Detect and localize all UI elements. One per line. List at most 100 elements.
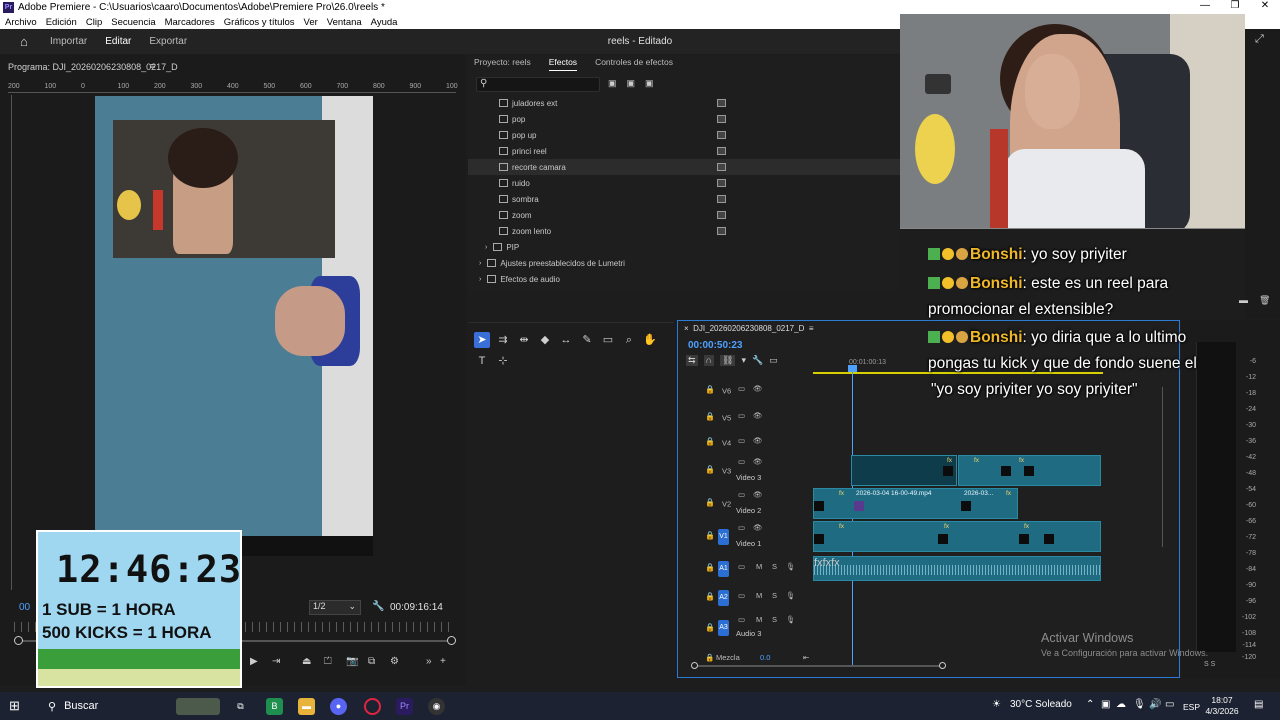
program-timecode-left[interactable]: 00: [19, 602, 30, 613]
eye-icon[interactable]: 👁: [753, 436, 763, 445]
scroll-end-handle[interactable]: [939, 662, 946, 669]
lock-icon[interactable]: 🔒: [705, 592, 715, 601]
mic-icon[interactable]: 🎙: [786, 562, 796, 571]
compare-icon[interactable]: ⧉: [368, 656, 375, 667]
notifications-icon[interactable]: ▤: [1254, 699, 1263, 710]
add-button-icon[interactable]: +: [440, 656, 446, 667]
eye-icon[interactable]: 👁: [753, 490, 763, 499]
nest-icon[interactable]: ⇆: [686, 355, 698, 366]
zoom-tool-icon[interactable]: ⌕: [621, 332, 637, 348]
timeline-timecode[interactable]: 00:00:50:23: [688, 340, 742, 351]
track-select-icon[interactable]: ⇉: [495, 332, 511, 348]
eye-icon[interactable]: 👁: [753, 457, 763, 466]
lock-icon[interactable]: 🔒: [705, 498, 715, 507]
menu-graficos[interactable]: Gráficos y títulos: [224, 17, 295, 28]
mute-button[interactable]: M: [756, 615, 762, 624]
32bit-filter-icon[interactable]: ▣: [627, 78, 636, 89]
close-icon[interactable]: ✕: [1250, 0, 1280, 11]
mic-tray-icon[interactable]: 🎙: [1133, 699, 1146, 710]
extract-icon[interactable]: ⏍: [324, 656, 332, 667]
lock-icon[interactable]: 🔒: [705, 623, 715, 632]
timeline-horizontal-scrollbar[interactable]: [691, 662, 946, 669]
trash-icon[interactable]: 🗑: [1259, 295, 1270, 306]
lock-icon[interactable]: 🔒: [705, 437, 715, 446]
sync-icon[interactable]: ▭: [738, 436, 745, 445]
list-item[interactable]: › PIP: [468, 239, 900, 255]
chevron-right-icon[interactable]: ›: [479, 260, 481, 267]
premiere-taskbar-icon[interactable]: Pr: [396, 698, 413, 715]
skip-end-icon[interactable]: ⇤: [803, 653, 809, 662]
video-clip[interactable]: [851, 455, 957, 486]
lock-icon[interactable]: 🔒: [705, 563, 715, 572]
taskbar-search[interactable]: ⚲ Buscar: [48, 700, 98, 713]
menu-clip[interactable]: Clip: [86, 17, 102, 28]
play-icon[interactable]: ▶: [250, 656, 258, 667]
lock-icon[interactable]: 🔒: [705, 385, 715, 394]
ripple-edit-icon[interactable]: ⇹: [516, 332, 532, 348]
step-forward-icon[interactable]: ⇥: [272, 656, 280, 667]
list-item[interactable]: › Efectos de audio: [468, 271, 900, 287]
video-clip[interactable]: fx fx fx: [943, 455, 1101, 486]
tab-proyecto[interactable]: Proyecto: reels: [474, 57, 531, 71]
tab-efectos[interactable]: Efectos: [548, 57, 578, 71]
weather-text[interactable]: 30°C Soleado: [1010, 699, 1072, 710]
settings-icon[interactable]: ⚙: [390, 656, 399, 667]
windows-start-icon[interactable]: ⊞: [9, 699, 23, 713]
list-item[interactable]: juladores ext: [468, 95, 900, 111]
list-item[interactable]: pop up: [468, 127, 900, 143]
accelerated-filter-icon[interactable]: ▣: [608, 78, 617, 89]
sync-icon[interactable]: ▭: [738, 523, 745, 532]
menu-ver[interactable]: Ver: [304, 17, 318, 28]
list-item[interactable]: sombra: [468, 191, 900, 207]
tray-app-icon[interactable]: ▣: [1101, 699, 1110, 710]
razor-icon[interactable]: ◆: [537, 332, 553, 348]
opera-icon[interactable]: [364, 698, 381, 715]
panel-menu-icon[interactable]: ≡: [150, 61, 155, 71]
sync-icon[interactable]: ▭: [738, 490, 745, 499]
lock-icon[interactable]: 🔒: [705, 531, 715, 540]
eye-icon[interactable]: 👁: [753, 523, 763, 532]
snap-icon[interactable]: ∩: [703, 355, 715, 366]
minimize-icon[interactable]: —: [1190, 0, 1220, 11]
language-indicator[interactable]: ESP: [1183, 702, 1200, 712]
lock-icon[interactable]: 🔒: [705, 465, 715, 474]
discord-icon[interactable]: ●: [330, 698, 347, 715]
mic-icon[interactable]: 🎙: [786, 591, 796, 600]
camera-icon[interactable]: 📷: [346, 656, 358, 667]
meter-solo-labels[interactable]: S S: [1204, 661, 1215, 668]
file-explorer-icon[interactable]: ▬: [298, 698, 315, 715]
sync-icon[interactable]: ▭: [738, 562, 745, 571]
eye-icon[interactable]: 👁: [753, 411, 763, 420]
solo-button[interactable]: S: [772, 615, 777, 624]
video-clip[interactable]: fx 2026-03-04 16-00-49.mp4 2026-03... fx: [813, 488, 1018, 519]
lift-icon[interactable]: ⏏: [302, 656, 311, 667]
panel-menu-icon[interactable]: ≡: [809, 324, 814, 333]
wrench-icon[interactable]: 🔧: [752, 355, 763, 366]
hand-icon[interactable]: ✋: [642, 332, 658, 348]
volume-icon[interactable]: 🔊: [1149, 699, 1161, 710]
track-target[interactable]: A2: [718, 590, 729, 606]
wrench-icon[interactable]: 🔧: [372, 601, 384, 612]
sync-icon[interactable]: ▭: [738, 411, 745, 420]
sync-icon[interactable]: ▭: [738, 615, 745, 624]
sequence-tab[interactable]: × DJI_20260206230808_0217_D ≡: [684, 324, 813, 333]
lock-icon[interactable]: 🔒: [705, 653, 714, 662]
close-icon[interactable]: ×: [684, 324, 691, 333]
app-icon-b[interactable]: B: [266, 698, 283, 715]
list-item[interactable]: pop: [468, 111, 900, 127]
program-timecode-right[interactable]: 00:09:16:14: [390, 602, 443, 613]
more-icon[interactable]: »: [426, 656, 432, 667]
nav-editar[interactable]: Editar: [105, 36, 131, 47]
captions-icon[interactable]: ▭: [769, 355, 778, 366]
type-tool-icon[interactable]: T: [474, 353, 490, 369]
linked-selection-icon[interactable]: ⛓: [720, 355, 736, 366]
menu-archivo[interactable]: Archivo: [5, 17, 37, 28]
menu-secuencia[interactable]: Secuencia: [111, 17, 155, 28]
sync-icon[interactable]: ▭: [738, 591, 745, 600]
mute-button[interactable]: M: [756, 562, 762, 571]
scroll-start-handle[interactable]: [691, 662, 698, 669]
restore-icon[interactable]: ❐: [1220, 0, 1250, 11]
list-item[interactable]: zoom lento: [468, 223, 900, 239]
solo-button[interactable]: S: [772, 591, 777, 600]
network-icon[interactable]: ☁: [1116, 699, 1126, 710]
